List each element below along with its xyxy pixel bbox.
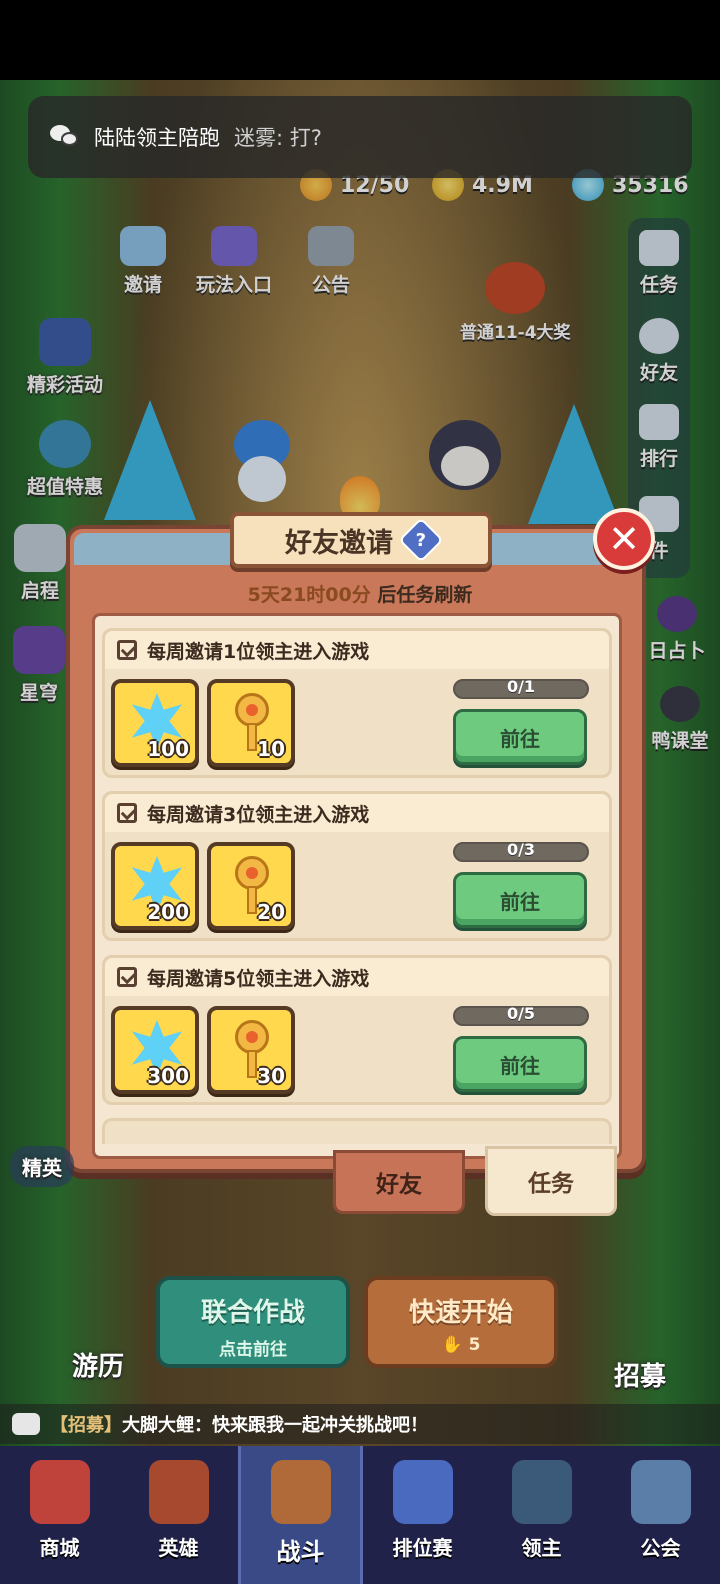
reward-qty: 300 xyxy=(147,1064,189,1088)
guild-icon xyxy=(630,1460,691,1524)
reward-item[interactable]: 300 xyxy=(111,1006,199,1094)
status-bar xyxy=(0,0,720,80)
shop-icon xyxy=(29,1460,90,1524)
refresh-suffix: 后任务刷新 xyxy=(370,584,473,606)
task-header: 每周邀请1位领主进入游戏 xyxy=(105,631,609,669)
checkbox-icon xyxy=(117,803,137,823)
go-button[interactable]: 前往 xyxy=(453,1036,587,1092)
banner-icon xyxy=(511,1460,572,1524)
nav-lord[interactable]: 领主 xyxy=(482,1446,601,1584)
reward-qty: 100 xyxy=(147,737,189,761)
quick-start-cost: ✋ 5 xyxy=(441,1335,481,1355)
elite-button[interactable]: 精英 xyxy=(10,1146,74,1187)
go-button[interactable]: 前往 xyxy=(453,872,587,928)
task-title: 每周邀请3位领主进入游戏 xyxy=(147,803,370,826)
reward-item[interactable]: 100 xyxy=(111,679,199,767)
task-title: 每周邀请1位领主进入游戏 xyxy=(147,640,370,663)
reward-item[interactable]: 30 xyxy=(207,1006,295,1094)
task-card: 每周邀请5位领主进入游戏 300 30 0/5 前往 xyxy=(102,955,612,1105)
task-card: 每周邀请3位领主进入游戏 200 20 0/3 前往 xyxy=(102,791,612,941)
help-icon[interactable]: ? xyxy=(398,517,444,563)
reward-item[interactable]: 20 xyxy=(207,842,295,930)
task-header: 每周邀请3位领主进入游戏 xyxy=(105,794,609,832)
wechat-notification[interactable]: 陆陆领主陪跑 迷雾: 打? xyxy=(28,96,692,178)
hand-icon: ✋ xyxy=(441,1335,463,1355)
nav-guild[interactable]: 公会 xyxy=(601,1446,720,1584)
shield-icon xyxy=(392,1460,453,1524)
task-header: 每周邀请5位领主进入游戏 xyxy=(105,958,609,996)
tab-tasks[interactable]: 任务 xyxy=(485,1146,617,1216)
coop-subtitle: 点击前往 xyxy=(219,1340,287,1360)
travel-button[interactable]: 游历 xyxy=(72,1346,124,1383)
wechat-icon xyxy=(50,125,80,149)
chat-bar[interactable]: 【招募】大脚大鲤：快来跟我一起冲关挑战吧！ xyxy=(0,1404,720,1444)
dialog-title: 好友邀请 xyxy=(285,527,393,559)
bottom-navigation: 商城 英雄 战斗 排位赛 领主 公会 xyxy=(0,1446,720,1584)
reward-qty: 20 xyxy=(257,900,285,924)
nav-shop[interactable]: 商城 xyxy=(0,1446,119,1584)
notification-sender: 陆陆领主陪跑 xyxy=(94,126,220,150)
close-button[interactable]: ✕ xyxy=(593,508,655,570)
refresh-time: 5天21时00分 xyxy=(247,584,371,606)
recruit-button[interactable]: 招募 xyxy=(614,1356,666,1393)
reward-qty: 200 xyxy=(147,900,189,924)
task-card-partial xyxy=(102,1118,612,1144)
nav-battle[interactable]: 战斗 xyxy=(238,1446,363,1584)
hero-card-icon xyxy=(148,1460,209,1524)
quick-start-title: 快速开始 xyxy=(408,1298,513,1328)
coop-title: 联合作战 xyxy=(200,1298,305,1328)
task-title: 每周邀请5位领主进入游戏 xyxy=(147,967,370,990)
chat-bubble-icon xyxy=(12,1413,40,1435)
notification-message: 迷雾: 打? xyxy=(234,126,322,150)
sword-icon xyxy=(270,1460,331,1524)
progress-text: 0/3 xyxy=(506,840,536,859)
checkbox-icon xyxy=(117,640,137,660)
reward-qty: 10 xyxy=(257,737,285,761)
go-button[interactable]: 前往 xyxy=(453,709,587,765)
chat-message: 【招募】大脚大鲤：快来跟我一起冲关挑战吧！ xyxy=(50,1415,428,1436)
checkbox-icon xyxy=(117,967,137,987)
dialog-title-plaque: 好友邀请 ? xyxy=(230,512,492,568)
coop-battle-button[interactable]: 联合作战 点击前往 xyxy=(156,1276,350,1368)
progress-text: 0/1 xyxy=(506,677,536,696)
nav-heroes[interactable]: 英雄 xyxy=(119,1446,238,1584)
reward-item[interactable]: 200 xyxy=(111,842,199,930)
close-icon: ✕ xyxy=(608,517,640,561)
reward-item[interactable]: 10 xyxy=(207,679,295,767)
tab-friends[interactable]: 好友 xyxy=(333,1150,465,1214)
refresh-countdown: 5天21时00分 后任务刷新 xyxy=(66,580,654,607)
reward-qty: 30 xyxy=(257,1064,285,1088)
quick-start-button[interactable]: 快速开始 ✋ 5 xyxy=(364,1276,558,1368)
nav-ranked[interactable]: 排位赛 xyxy=(363,1446,482,1584)
progress-text: 0/5 xyxy=(506,1004,536,1023)
task-card: 每周邀请1位领主进入游戏 100 10 0/1 前往 xyxy=(102,628,612,778)
